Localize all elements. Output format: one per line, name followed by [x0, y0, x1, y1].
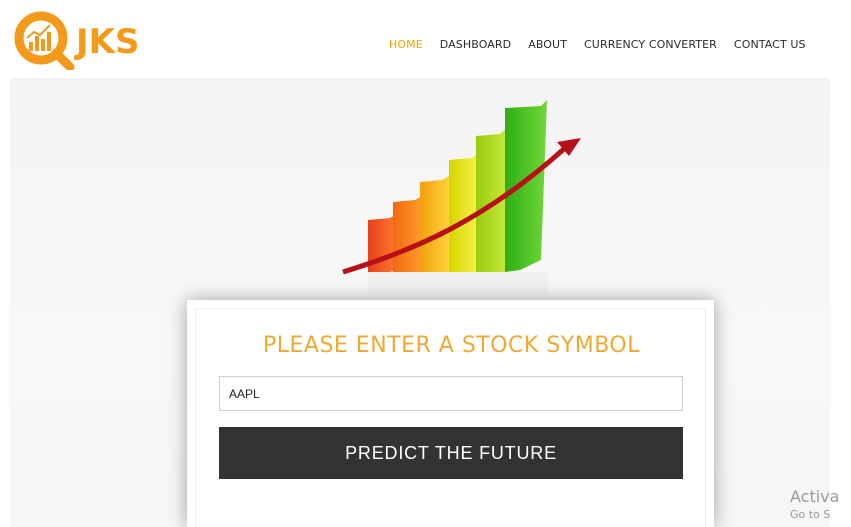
logo-text: JKS: [74, 22, 139, 62]
magnifier-chart-icon: JKS: [14, 11, 139, 70]
main-nav: HOME DASHBOARD ABOUT CURRENCY CONVERTER …: [389, 38, 823, 51]
stock-form-panel: PLEASE ENTER A STOCK SYMBOL PREDICT THE …: [195, 308, 706, 527]
nav-currency-converter[interactable]: CURRENCY CONVERTER: [584, 38, 717, 51]
nav-contact-us[interactable]: CONTACT US: [734, 38, 806, 51]
site-logo[interactable]: JKS: [12, 8, 152, 70]
nav-home[interactable]: HOME: [389, 38, 423, 51]
nav-dashboard[interactable]: DASHBOARD: [440, 38, 511, 51]
rising-bar-chart-arrow-illustration: [342, 100, 581, 294]
stock-symbol-input[interactable]: [219, 376, 683, 411]
form-title: PLEASE ENTER A STOCK SYMBOL: [262, 333, 640, 358]
site-header: JKS HOME DASHBOARD ABOUT CURRENCY CONVER…: [0, 0, 851, 78]
predict-button[interactable]: PREDICT THE FUTURE: [219, 427, 683, 479]
watermark-line-2: Go to S: [790, 508, 831, 521]
nav-about[interactable]: ABOUT: [528, 38, 567, 51]
watermark-line-1: Activa: [790, 487, 840, 506]
activation-watermark: Activa Go to S: [790, 487, 850, 521]
